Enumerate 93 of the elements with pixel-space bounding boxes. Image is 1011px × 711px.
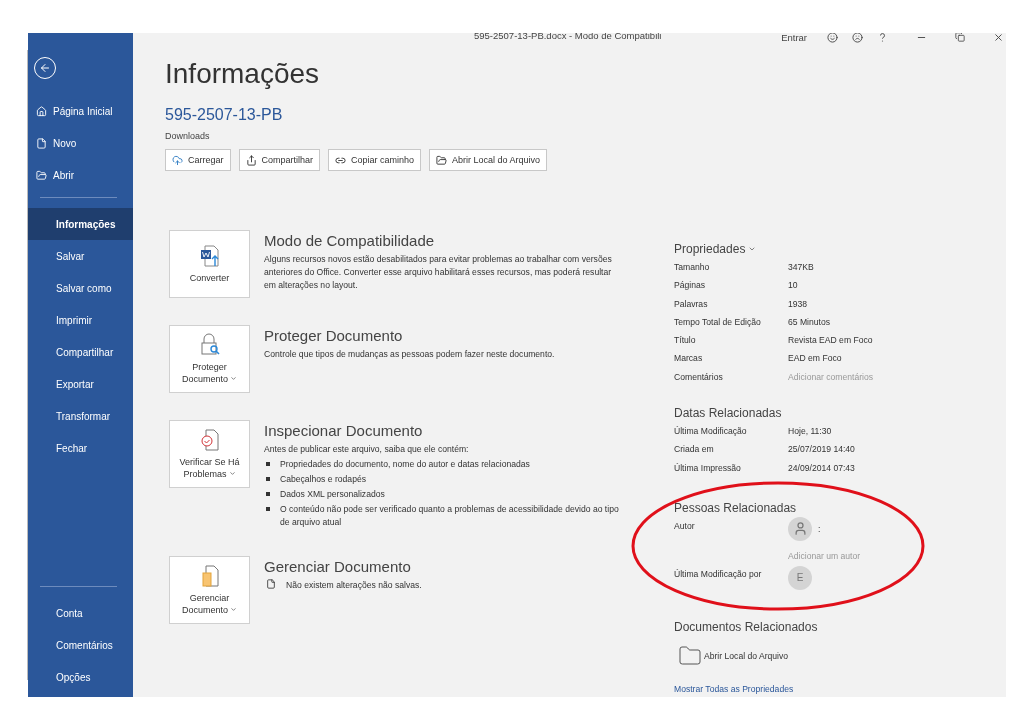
sidebar-item[interactable]: Informações <box>28 208 133 240</box>
folder-icon <box>678 643 702 668</box>
show-all-properties-link[interactable]: Mostrar Todas as Propriedades <box>674 683 904 694</box>
smile-icon[interactable] <box>827 33 838 43</box>
date-label: Última Modificação <box>674 426 748 439</box>
section-heading: Pessoas Relacionadas <box>674 500 797 515</box>
section-tile-button[interactable]: Gerenciar Documento <box>169 556 250 624</box>
bullet-icon <box>266 507 270 511</box>
sidebar-item[interactable]: Abrir <box>28 159 133 191</box>
window-title: 595-2507-13-PB.docx - Modo de Compatibili <box>474 33 662 41</box>
property-label: Comentários <box>674 371 724 384</box>
file-icon <box>36 137 47 149</box>
sidebar-item-label: Abrir <box>53 169 75 181</box>
sidebar-item[interactable]: Compartilhar <box>28 336 133 368</box>
author-label: Autor <box>674 520 696 533</box>
section-heading: Datas Relacionadas <box>674 406 782 421</box>
date-label: Criada em <box>674 444 715 457</box>
bullet-icon <box>266 462 270 466</box>
sidebar-item[interactable]: Exportar <box>28 368 133 400</box>
sidebar-item[interactable]: Conta <box>28 597 133 629</box>
property-label: Palavras <box>674 298 709 311</box>
sidebar-item[interactable]: Fechar <box>28 432 133 464</box>
action-button[interactable]: Abrir Local do Arquivo <box>429 149 548 171</box>
upload-icon <box>172 154 183 166</box>
home-icon <box>36 105 47 117</box>
date-value: 25/07/2019 14:40 <box>788 444 855 457</box>
section-heading: Documentos Relacionados <box>674 619 818 634</box>
sidebar-item[interactable]: Imprimir <box>28 304 133 336</box>
action-button[interactable]: Compartilhar <box>238 149 321 171</box>
date-value: Hoje, 11:30 <box>788 426 832 439</box>
property-label: Páginas <box>674 280 707 293</box>
action-button[interactable]: Copiar caminho <box>328 149 422 171</box>
property-value: 347KB <box>788 262 814 274</box>
close-icon[interactable] <box>993 33 1004 43</box>
caret-icon <box>230 375 237 382</box>
property-value: EAD em Foco <box>788 353 842 366</box>
section-description: Antes de publicar este arquivo, saiba que ele contém: <box>264 443 470 456</box>
section-description: Controle que tipos de mudanças as pessoas podem fazer neste documento. <box>264 348 556 361</box>
sidebar-item[interactable]: Salvar como <box>28 272 133 304</box>
bullet-text: Propriedades do documento, nome do autor e datas relacionadas <box>280 458 530 471</box>
property-label: Tempo Total de Edição <box>674 316 762 329</box>
sidebar-item-label: Novo <box>53 137 77 149</box>
sidebar-item[interactable]: Comentários <box>28 629 133 661</box>
section-description: Alguns recursos novos estão desabilitados para evitar problemas ao trabalhar com versões anteriores do Office. Converter esse arquivo habilitará esses recursos, mas poderá resultar em alterações no layout. <box>264 253 613 292</box>
section-note: Não existem alterações não salvas. <box>286 579 422 592</box>
caret-icon <box>228 470 236 477</box>
bullet-icon <box>266 477 270 481</box>
section-heading: Modo de Compatibilidade <box>264 232 436 249</box>
properties-heading[interactable]: Propriedades <box>674 242 746 256</box>
folder-icon <box>436 154 448 166</box>
restore-icon[interactable] <box>955 33 965 42</box>
folder-icon <box>36 169 47 181</box>
property-label: Título <box>674 335 697 348</box>
sidebar-item[interactable]: Transformar <box>28 400 133 432</box>
sidebar-item[interactable]: Página Inicial <box>28 95 133 127</box>
caret-icon[interactable] <box>748 245 757 253</box>
property-value: 10 <box>788 280 798 293</box>
section-tile-button[interactable]: Proteger Documento <box>169 325 250 393</box>
date-label: Última Impressão <box>674 462 742 475</box>
section-heading: Gerenciar Documento <box>264 558 412 575</box>
date-value: 24/09/2014 07:43 <box>788 462 855 475</box>
bullet-text: O conteúdo não pode ser verificado quanto a problemas de acessibilidade devido ao tipo de arquivo atual <box>280 503 619 529</box>
section-heading: Inspecionar Documento <box>264 422 424 439</box>
sidebar-item[interactable]: Salvar <box>28 240 133 272</box>
avatar-icon <box>788 516 812 541</box>
open-location-link[interactable]: Abrir Local do Arquivo <box>704 650 789 661</box>
section-heading: Proteger Documento <box>264 327 404 344</box>
sidebar-item[interactable]: Opções <box>28 661 133 693</box>
author-name: : <box>818 523 821 534</box>
frown-icon[interactable] <box>852 33 863 43</box>
file-location: Downloads <box>165 131 211 141</box>
section-tile-button[interactable]: Converter <box>169 230 250 298</box>
sidebar-item[interactable]: Novo <box>28 127 133 159</box>
page-title: Informações <box>165 57 321 91</box>
property-value: Revista EAD em Foco <box>788 335 873 348</box>
sidebar-item-label: Página Inicial <box>53 105 113 117</box>
property-value: 1938 <box>788 298 808 311</box>
property-label: Tamanho <box>674 262 711 274</box>
avatar-initial: E <box>788 565 812 590</box>
section-tile-button[interactable]: Verificar Se Há Problemas <box>169 420 250 488</box>
bullet-icon <box>266 492 270 496</box>
sign-in-link[interactable]: Entrar <box>781 33 807 43</box>
action-button[interactable]: Carregar <box>165 149 231 171</box>
help-icon[interactable] <box>877 33 888 43</box>
document-icon <box>266 579 276 589</box>
bullet-text: Dados XML personalizados <box>280 488 385 501</box>
caret-icon <box>230 606 237 613</box>
file-name: 595-2507-13-PB <box>165 106 284 124</box>
property-label: Marcas <box>674 353 704 366</box>
bullet-text: Cabeçalhos e rodapés <box>280 473 366 486</box>
modified-by-label: Última Modificação por <box>674 568 763 581</box>
property-value: 65 Minutos <box>788 316 831 329</box>
share-icon <box>245 154 257 166</box>
